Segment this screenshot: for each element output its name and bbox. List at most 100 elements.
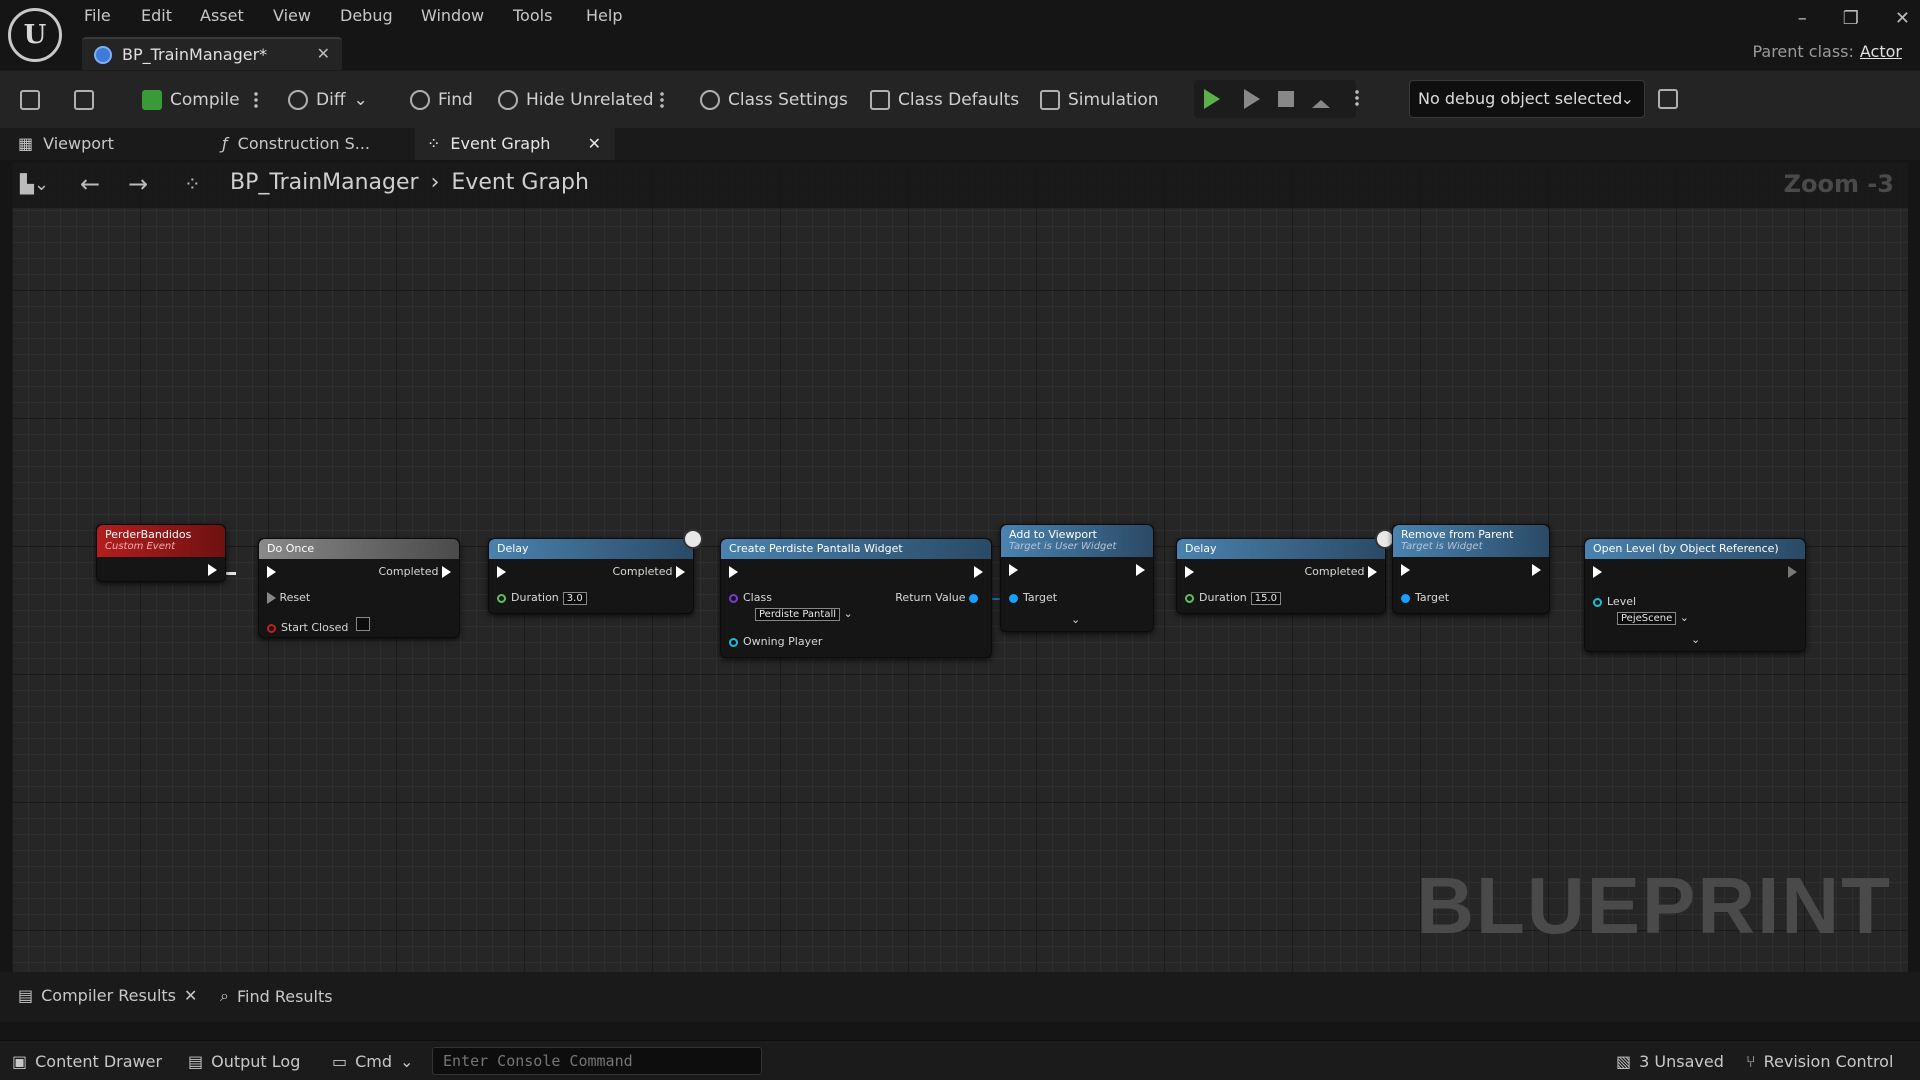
unreal-logo-icon[interactable]: U [8, 8, 62, 62]
pin-label: Target [1023, 591, 1058, 604]
exec-in-pin[interactable] [267, 565, 276, 578]
revision-control-button[interactable]: ⑂ Revision Control [1746, 1052, 1893, 1071]
stop-icon[interactable] [1278, 91, 1294, 107]
exec-in-pin[interactable] [1593, 565, 1602, 578]
node-delay-2[interactable]: Delay Completed Duration 15.0 [1176, 529, 1395, 614]
level-pin[interactable]: Level [1593, 595, 1636, 608]
find-button[interactable]: Find [410, 83, 473, 117]
forward-arrow-icon[interactable]: → [128, 170, 148, 198]
menu-view[interactable]: View [273, 4, 311, 28]
exec-in-pin[interactable] [1009, 563, 1018, 576]
menu-asset[interactable]: Asset [200, 4, 244, 28]
debug-object-dropdown[interactable]: No debug object selected ⌄ [1409, 80, 1645, 118]
close-tab-icon[interactable]: ✕ [588, 128, 601, 160]
output-log-button[interactable]: ▤ Output Log [188, 1052, 300, 1071]
back-arrow-icon[interactable]: ← [80, 170, 100, 198]
breadcrumb-blueprint[interactable]: BP_TrainManager [230, 170, 419, 195]
return-value-pin[interactable]: Return Value [895, 591, 983, 604]
exec-in-pin[interactable] [1185, 565, 1194, 578]
breadcrumb: BP_TrainManager › Event Graph [230, 170, 589, 195]
node-open-level[interactable]: Open Level (by Object Reference) Level P… [1584, 538, 1806, 652]
start-closed-checkbox[interactable] [355, 617, 370, 631]
exec-in-pin[interactable] [1401, 563, 1410, 576]
simulation-button[interactable]: Simulation [1040, 83, 1159, 117]
duration-input[interactable]: 15.0 [1250, 592, 1282, 605]
tab-find-results[interactable]: ⌕ Find Results [220, 986, 333, 1006]
exec-out-pin[interactable] [208, 563, 217, 576]
exec-out-pin[interactable] [974, 565, 983, 578]
node-header: Do Once [259, 539, 459, 559]
exec-out-pin[interactable] [1788, 565, 1797, 578]
pin-label: Duration [511, 591, 559, 604]
exec-out-pin[interactable] [1532, 563, 1541, 576]
class-pin[interactable]: Class [729, 591, 772, 604]
menu-help[interactable]: Help [586, 4, 622, 28]
menu-window[interactable]: Window [421, 4, 484, 28]
exec-out-pin[interactable] [1136, 563, 1145, 576]
completed-pin[interactable]: Completed [613, 565, 685, 578]
menu-debug[interactable]: Debug [340, 4, 393, 28]
close-window-icon[interactable]: ✕ [1895, 8, 1910, 38]
save-button[interactable] [20, 83, 40, 117]
graph-canvas[interactable]: ▙⌄ ← → ⁘ BP_TrainManager › Event Graph Z… [12, 162, 1908, 972]
owning-player-pin[interactable]: Owning Player [729, 635, 822, 648]
console-input[interactable] [432, 1047, 762, 1075]
cmd-dropdown[interactable]: ▭ Cmd ⌄ [332, 1052, 413, 1071]
content-drawer-icon: ▣ [12, 1052, 28, 1071]
parent-class-link[interactable]: Actor [1860, 42, 1902, 61]
exec-in-pin[interactable] [497, 565, 506, 578]
menu-file[interactable]: File [84, 4, 111, 28]
menu-tools[interactable]: Tools [513, 4, 552, 28]
expand-chevron-icon[interactable]: ⌄ [1071, 613, 1080, 626]
class-dropdown[interactable]: Perdiste Pantall ⌄ [751, 607, 853, 621]
duration-input[interactable]: 3.0 [562, 592, 587, 605]
expand-chevron-icon[interactable]: ⌄ [1691, 633, 1700, 646]
duration-pin[interactable]: Duration 3.0 [497, 591, 587, 605]
node-add-to-viewport[interactable]: Add to Viewport Target is User Widget Ta… [1000, 524, 1154, 632]
duration-pin[interactable]: Duration 15.0 [1185, 591, 1282, 605]
reset-pin[interactable]: Reset [267, 591, 310, 604]
tab-event-graph[interactable]: ⁘ Event Graph ✕ [415, 128, 615, 160]
node-title: Add to Viewport [1009, 528, 1097, 541]
node-do-once[interactable]: Do Once Completed Reset Start Closed [258, 538, 460, 638]
level-dropdown[interactable]: PejeScene ⌄ [1613, 611, 1689, 625]
play-options-icon[interactable] [1355, 89, 1359, 107]
play-icon[interactable] [1204, 89, 1220, 109]
tab-viewport[interactable]: ▦ Viewport [18, 128, 114, 160]
bookmark-icon[interactable]: ▙⌄ [20, 174, 49, 195]
class-defaults-button[interactable]: Class Defaults [870, 83, 1019, 117]
node-create-widget[interactable]: Create Perdiste Pantalla Widget Class Pe… [720, 538, 992, 658]
diff-button[interactable]: Diff ⌄ [288, 83, 368, 117]
kebab-icon [660, 91, 664, 109]
compile-button[interactable]: Compile [142, 83, 240, 117]
close-tab-icon[interactable]: ✕ [184, 986, 197, 1005]
hide-unrelated-options-button[interactable] [660, 83, 664, 117]
completed-pin[interactable]: Completed [379, 565, 451, 578]
node-delay-1[interactable]: Delay Completed Duration 3.0 [488, 529, 703, 614]
unsaved-button[interactable]: ▧ 3 Unsaved [1616, 1052, 1724, 1071]
debug-filter-icon[interactable] [1658, 89, 1678, 109]
menu-edit[interactable]: Edit [141, 4, 172, 28]
step-icon[interactable] [1244, 89, 1260, 109]
start-closed-pin[interactable]: Start Closed [267, 617, 370, 634]
content-drawer-button[interactable]: ▣ Content Drawer [12, 1052, 162, 1071]
breadcrumb-graph[interactable]: Event Graph [451, 170, 589, 195]
class-settings-button[interactable]: Class Settings [700, 83, 848, 117]
compile-options-button[interactable] [254, 83, 258, 117]
exec-in-pin[interactable] [729, 565, 738, 578]
browse-button[interactable] [74, 83, 94, 117]
completed-pin[interactable]: Completed [1305, 565, 1377, 578]
tab-compiler-results[interactable]: ▤ Compiler Results ✕ [18, 986, 197, 1005]
node-perder-bandidos[interactable]: PerderBandidos Custom Event [96, 524, 226, 582]
eject-icon[interactable] [1312, 90, 1330, 108]
tab-construction[interactable]: ƒ Construction S... [222, 128, 370, 160]
document-tab[interactable]: BP_TrainManager* ✕ [82, 37, 342, 70]
close-tab-icon[interactable]: ✕ [317, 44, 330, 63]
hide-unrelated-button[interactable]: Hide Unrelated [498, 83, 654, 117]
node-remove-from-parent[interactable]: Remove from Parent Target is Widget Targ… [1392, 524, 1550, 614]
minimize-icon[interactable]: – [1798, 8, 1807, 38]
target-pin[interactable]: Target [1401, 591, 1449, 604]
restore-icon[interactable]: ❐ [1843, 8, 1859, 38]
target-pin[interactable]: Target [1009, 591, 1057, 604]
pin-label: Reset [279, 591, 311, 604]
